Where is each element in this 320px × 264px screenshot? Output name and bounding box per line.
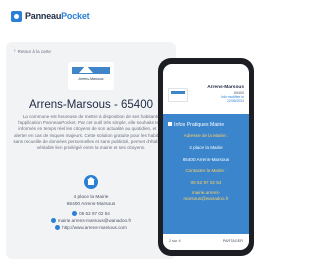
info-icon [168, 122, 172, 126]
logo-text: PanneauPocket [25, 11, 90, 21]
phone-number: 05 62 97 02 54 [79, 211, 110, 216]
back-link-label: Retour à la carte [17, 48, 51, 54]
phone-address-label: Adresse de la Mairie : [183, 133, 229, 138]
phone-address-line-1: 4 place la Mairie [189, 145, 223, 150]
back-to-map-link[interactable]: ‹ Retour à la carte [14, 48, 51, 54]
logo-text-part1: Panneau [25, 11, 62, 21]
logo-mark-icon [11, 10, 22, 22]
phone-section-title-text: Infos Pratiques Mairie [174, 122, 225, 128]
website-row[interactable]: http://www.arrens-marsous.com [6, 225, 176, 230]
phone-header: Arrens-Marsous 65400 Info modifiée le 22… [163, 64, 249, 114]
panneaupocket-logo: PanneauPocket [11, 9, 90, 23]
city-logo: Arrens-Marsous [68, 62, 114, 90]
phone-city-name: Arrens-Marsous [207, 85, 244, 90]
share-button[interactable]: PARTAGER [223, 239, 243, 243]
phone-email-line-1[interactable]: mairie.arrens- [163, 190, 249, 195]
phone-icon [72, 211, 78, 216]
city-logo-name: Arrens-Marsous [78, 77, 104, 81]
town-hall-icon [84, 175, 98, 189]
phone-section-title: Infos Pratiques Mairie [168, 122, 224, 128]
city-description: La commune est heureuse de mettre à disp… [13, 114, 169, 151]
address-line-2: 65400 Arrens-Marsous [66, 202, 116, 207]
email-address: mairie.arrens-marsous@wanadoo.fr [57, 218, 132, 223]
phone-screen: Arrens-Marsous 65400 Info modifiée le 22… [163, 64, 249, 250]
globe-icon [55, 225, 61, 230]
phone-contact-number[interactable]: 05 62 97 02 54 [163, 180, 249, 185]
email-row[interactable]: mairie.arrens-marsous@wanadoo.fr [6, 218, 176, 223]
phone-mockup: Arrens-Marsous 65400 Info modifiée le 22… [158, 58, 254, 256]
phone-pagination[interactable]: 2 sur 4 [169, 239, 181, 243]
address-line-1: 4 place la Mairie [73, 195, 109, 200]
phone-city-logo [168, 88, 188, 102]
phone-row[interactable]: 05 62 97 02 54 [6, 211, 176, 216]
website-url: http://www.arrens-marsous.com [62, 225, 127, 230]
email-icon [50, 218, 56, 223]
chevron-left-icon: ‹ [14, 48, 16, 54]
logo-text-part2: Pocket [61, 11, 90, 21]
phone-email-line-2[interactable]: marsous@wanadoo.fr [163, 196, 249, 201]
mountain-icon [79, 65, 93, 73]
phone-footer: 2 sur 4 PARTAGER [163, 234, 249, 250]
phone-address-line-2: 65400 Arrens-Marsous [182, 157, 230, 162]
phone-modified-date: 22/06/2024 [227, 99, 244, 103]
city-info-card: ‹ Retour à la carte Arrens-Marsous Arren… [6, 42, 176, 259]
city-title: Arrens-Marsous - 65400 [29, 99, 153, 111]
phone-contact-label: Contacter la Mairie : [185, 168, 227, 173]
